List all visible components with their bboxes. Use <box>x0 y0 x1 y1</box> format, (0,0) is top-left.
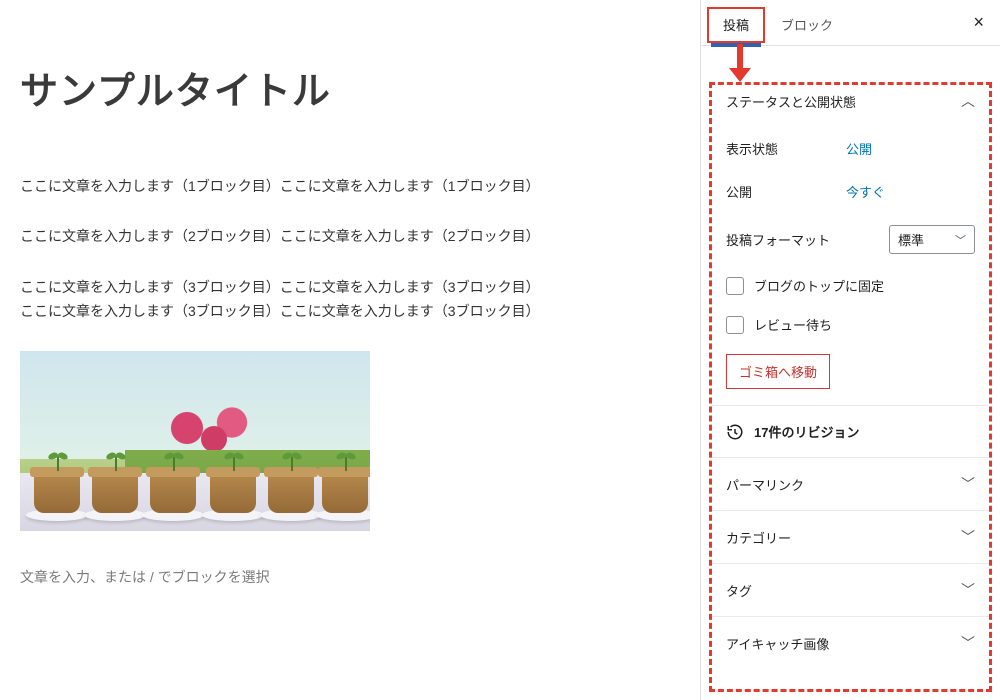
pending-review-label: レビュー待ち <box>754 315 832 334</box>
revisions-panel[interactable]: 17件のリビジョン <box>712 405 989 457</box>
paragraph-block[interactable]: ここに文章を入力します（3ブロック目）ここに文章を入力します（3ブロック目） <box>20 300 680 322</box>
paragraph-block[interactable]: ここに文章を入力します（1ブロック目）ここに文章を入力します（1ブロック目） <box>20 175 680 197</box>
visibility-value-button[interactable]: 公開 <box>846 139 872 158</box>
paragraph-block[interactable]: ここに文章を入力します（3ブロック目）ここに文章を入力します（3ブロック目） <box>20 276 680 298</box>
tab-post[interactable]: 投稿 <box>707 7 765 43</box>
publish-label: 公開 <box>726 182 846 201</box>
status-panel-body: 表示状態 公開 公開 今すぐ 投稿フォーマット 標準 ﹀ ブログのトップに固定 <box>712 127 989 405</box>
editor-canvas: サンプルタイトル ここに文章を入力します（1ブロック目）ここに文章を入力します（… <box>0 0 700 700</box>
stick-to-top-checkbox[interactable] <box>726 277 744 295</box>
block-appender-placeholder[interactable]: 文章を入力、または / でブロックを選択 <box>20 567 680 587</box>
post-format-selected: 標準 <box>898 230 924 249</box>
chevron-down-icon: ﹀ <box>961 474 975 494</box>
stick-to-top-row[interactable]: ブログのトップに固定 <box>726 266 975 305</box>
panel-title: ステータスと公開状態 <box>726 92 856 111</box>
history-icon <box>726 423 744 441</box>
pending-review-checkbox[interactable] <box>726 316 744 334</box>
chevron-down-icon: ﹀ <box>961 527 975 547</box>
post-title[interactable]: サンプルタイトル <box>20 60 680 115</box>
panel-title: カテゴリー <box>726 528 791 547</box>
visibility-label: 表示状態 <box>726 139 846 158</box>
panel-tags[interactable]: タグ ﹀ <box>712 563 989 616</box>
panel-title: タグ <box>726 581 752 600</box>
tab-block[interactable]: ブロック <box>765 7 849 43</box>
image-block[interactable] <box>20 351 370 531</box>
settings-sidebar: 投稿 ブロック × ステータスと公開状態 ︿ 表示状態 公開 公開 今すぐ 投稿… <box>700 0 1000 700</box>
paragraph-block[interactable]: ここに文章を入力します（2ブロック目）ここに文章を入力します（2ブロック目） <box>20 225 680 247</box>
post-format-label: 投稿フォーマット <box>726 230 889 249</box>
panel-categories[interactable]: カテゴリー ﹀ <box>712 510 989 563</box>
chevron-up-icon: ︿ <box>961 91 975 111</box>
publish-row: 公開 今すぐ <box>726 170 975 213</box>
chevron-down-icon: ﹀ <box>955 232 966 248</box>
sidebar-tabs: 投稿 ブロック × <box>701 0 1000 46</box>
annotation-highlight-region: ステータスと公開状態 ︿ 表示状態 公開 公開 今すぐ 投稿フォーマット 標準 … <box>709 82 992 692</box>
post-format-row: 投稿フォーマット 標準 ﹀ <box>726 213 975 266</box>
stick-to-top-label: ブログのトップに固定 <box>754 276 884 295</box>
panel-status-visibility[interactable]: ステータスと公開状態 ︿ <box>712 85 989 127</box>
publish-value-button[interactable]: 今すぐ <box>846 182 885 201</box>
visibility-row: 表示状態 公開 <box>726 127 975 170</box>
post-format-select[interactable]: 標準 ﹀ <box>889 225 975 254</box>
panel-featured-image[interactable]: アイキャッチ画像 ﹀ <box>712 616 989 669</box>
move-to-trash-button[interactable]: ゴミ箱へ移動 <box>726 354 830 389</box>
panel-title: パーマリンク <box>726 475 804 494</box>
close-icon: × <box>973 12 984 32</box>
chevron-down-icon: ﹀ <box>961 580 975 600</box>
panel-permalink[interactable]: パーマリンク ﹀ <box>712 457 989 510</box>
pending-review-row[interactable]: レビュー待ち <box>726 305 975 344</box>
annotation-arrow <box>701 46 1000 82</box>
revisions-label: 17件のリビジョン <box>754 422 859 441</box>
panel-title: アイキャッチ画像 <box>726 634 829 653</box>
close-sidebar-button[interactable]: × <box>973 12 984 33</box>
chevron-down-icon: ﹀ <box>961 633 975 653</box>
